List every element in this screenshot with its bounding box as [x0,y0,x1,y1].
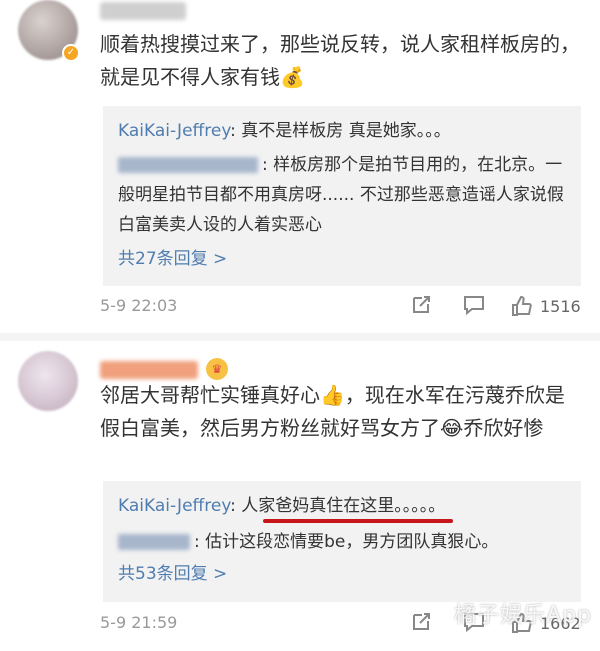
like-button[interactable]: 1516 [510,294,590,322]
comment-item: ✓ 顺着热搜摸过来了，那些说反转，说人家租样板房的，就是见不得人家有钱💰 Kai… [0,0,600,333]
comment-text: 邻居大哥帮忙实锤真好心👍，现在水军在污蔑乔欣是假白富美，然后男方粉丝就好骂女方了… [100,379,580,445]
reply-line: : 样板房那个是拍节目用的，在北京。一般明星拍节目都不用真房呀...... 不过… [118,155,564,235]
comment-body: 乔欣好惨 [463,416,544,440]
share-icon[interactable] [410,294,434,322]
reply-author[interactable]: KaiKai-Jeffrey [118,496,230,516]
comment-body: 邻居大哥帮忙实锤真好心 [100,383,320,407]
comment-text: 顺着热搜摸过来了，那些说反转，说人家租样板房的，就是见不得人家有钱💰 [100,28,580,94]
thumbs-up-emoji-icon: 👍 [320,383,345,407]
reply-line: KaiKai-Jeffrey: 人家爸妈真住在这里。。。。。 [118,491,566,523]
crown-icon: ♛ [206,358,228,380]
username-blurred[interactable] [100,2,186,20]
timestamp: 5-9 21:59 [100,613,178,632]
reply-preview[interactable]: KaiKai-Jeffrey: 真不是样板房 真是她家。。。 : 样板房那个是拍… [103,106,581,286]
more-replies-link[interactable]: 共53条回复 > [118,559,566,589]
highlight-underline [263,519,453,523]
avatar[interactable] [18,351,78,411]
like-count: 1516 [540,297,581,316]
more-replies-link[interactable]: 共27条回复 > [118,244,566,274]
comment-footer: 5-9 22:03 1516 [100,294,581,322]
reply-preview[interactable]: KaiKai-Jeffrey: 人家爸妈真住在这里。。。。。 : 估计这段恋情要… [103,481,581,602]
share-icon[interactable] [410,611,434,639]
thumbs-up-icon [512,295,532,316]
reply-text: 真不是样板房 真是她家。。。 [241,121,451,141]
comment-icon[interactable] [462,294,486,322]
money-bag-icon: 💰 [280,65,305,89]
reply-text: 人家爸妈真住在这里。。。。。 [241,496,446,516]
verified-badge-icon: ✓ [62,44,80,62]
reply-author[interactable]: KaiKai-Jeffrey [118,121,230,141]
username-blurred[interactable] [100,361,198,379]
reply-line: : 估计这段恋情要be，男方团队真狠心。 [118,527,566,557]
reply-line: KaiKai-Jeffrey: 真不是样板房 真是她家。。。 [118,121,451,141]
timestamp: 5-9 22:03 [100,296,178,315]
reply-text: 估计这段恋情要be，男方团队真狠心。 [205,532,499,552]
reply-author-blurred[interactable] [118,534,190,550]
reply-author-blurred[interactable] [118,157,258,173]
comment-body: 顺着热搜摸过来了，那些说反转，说人家租样板房的，就是见不得人家有钱 [100,32,580,89]
watermark: 橘子娱乐App [454,603,592,628]
laughing-emoji-icon: 😂 [440,416,464,440]
